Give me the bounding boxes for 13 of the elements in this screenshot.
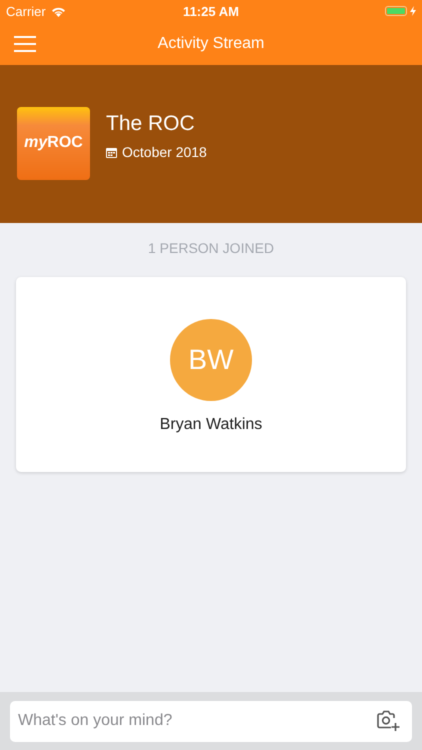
post-input-field[interactable]: What's on your mind?: [10, 700, 412, 742]
wifi-icon: [50, 6, 66, 16]
group-name: The ROC: [106, 112, 196, 136]
member-name[interactable]: Bryan Watkins: [160, 416, 262, 434]
status-time: 11:25 AM: [183, 4, 239, 18]
group-date: October 2018: [122, 144, 207, 160]
section-label: 1 PERSON JOINED: [148, 240, 274, 256]
add-photo-icon[interactable]: [376, 710, 400, 732]
group-logo: myROC: [17, 106, 90, 180]
screen-title: Activity Stream: [158, 34, 264, 52]
battery-icon: [385, 6, 407, 16]
carrier-name: Carrier: [6, 4, 46, 18]
calendar-icon: [106, 146, 117, 158]
